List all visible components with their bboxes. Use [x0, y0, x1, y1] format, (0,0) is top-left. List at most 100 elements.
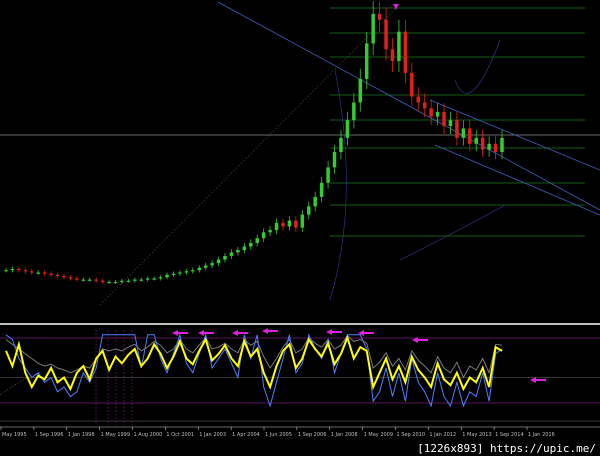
candle-body — [358, 78, 363, 103]
candle-body — [210, 263, 214, 266]
candle-body — [236, 250, 240, 253]
x-tick-label: 1 Jan 1998 — [68, 432, 95, 438]
x-tick-label: 1 Apr 2004 — [232, 432, 260, 438]
x-tick-label: 1 May 2013 — [462, 432, 491, 438]
candle-body — [371, 13, 375, 44]
candle-body — [30, 271, 34, 273]
trend-line-lower — [434, 144, 600, 216]
candle-body — [487, 143, 491, 150]
x-tick-label: 1 Oct 2001 — [166, 432, 194, 438]
candle-body — [468, 128, 472, 144]
candle-body — [23, 270, 28, 272]
x-tick-label: 1 Sep 2014 — [495, 432, 524, 438]
candle-body — [416, 96, 421, 103]
candle-body — [229, 252, 234, 256]
candle-body — [49, 273, 53, 275]
candle-body — [223, 255, 227, 260]
candle-body — [197, 267, 201, 271]
x-axis: May 1995 1 Sep 1996 1 Jan 1998 1 May 1999 1 … — [0, 426, 600, 438]
candle-body — [191, 270, 195, 272]
candle-body — [429, 108, 433, 117]
candle-body — [345, 120, 350, 138]
x-tick-label: May 1995 — [2, 432, 27, 438]
candle-body — [10, 268, 15, 271]
oscillator-panel — [0, 328, 600, 425]
x-tick-label: 1 May 2009 — [364, 432, 393, 438]
candle-body — [249, 242, 253, 247]
candle-body — [171, 273, 176, 275]
candle-body — [36, 272, 40, 274]
candle-body — [455, 120, 459, 138]
candle-body — [107, 281, 111, 284]
chart-canvas: May 1995 1 Sep 1996 1 Jan 1998 1 May 1999 1 … — [0, 1, 600, 438]
candle-body — [261, 232, 266, 239]
candle-body — [461, 128, 466, 138]
fib-arc — [454, 39, 501, 94]
candle-body — [281, 222, 285, 227]
candle-body — [287, 220, 292, 227]
candle-body — [113, 281, 118, 284]
x-tick-label: 1 Sep 2010 — [397, 432, 426, 438]
x-tick-label: 1 Jan 2016 — [528, 432, 555, 438]
candle-body — [448, 120, 453, 127]
x-tick-label: 1 Jan 2012 — [429, 432, 456, 438]
candle-body — [326, 167, 330, 183]
magenta-arrow-icon — [232, 330, 248, 336]
candle-body — [397, 31, 401, 62]
candle-body — [184, 271, 189, 273]
candle-body — [480, 137, 485, 150]
x-tick-label: 1 Jan 2003 — [199, 432, 226, 438]
candle-body — [352, 102, 356, 121]
candle-body — [178, 272, 182, 274]
candle-body — [145, 278, 150, 280]
candle-body — [216, 259, 221, 264]
candle-body — [126, 280, 131, 282]
candle-body — [268, 229, 272, 233]
candle-body — [339, 137, 343, 153]
candle-body — [422, 102, 427, 109]
candle-body — [377, 13, 382, 20]
candle-body — [435, 111, 440, 117]
candle-body — [403, 31, 408, 73]
fib-arc — [329, 69, 347, 301]
magenta-arrow-icon — [262, 328, 278, 334]
x-tick-label: 1 May 1999 — [101, 432, 130, 438]
candle-body — [500, 137, 504, 153]
candle-body — [87, 279, 92, 281]
candle-body — [139, 279, 144, 281]
candle-body — [62, 276, 66, 278]
candle-body — [203, 265, 208, 268]
candle-body — [42, 272, 47, 274]
fib-arc — [399, 204, 506, 261]
diagonal-dotted-line — [99, 7, 397, 306]
candle-body — [158, 277, 163, 279]
candle-body — [442, 111, 446, 127]
candle-body — [242, 246, 247, 251]
magenta-arrow-icon — [326, 329, 342, 335]
candle-body — [165, 274, 169, 278]
candle-body — [68, 277, 73, 279]
candle-body — [4, 270, 8, 272]
x-tick-label: 1 Jan 2008 — [331, 432, 358, 438]
candle-body — [307, 206, 311, 215]
candle-body — [152, 278, 156, 280]
x-tick-label: 1 Sep 2006 — [298, 432, 327, 438]
candle-body — [319, 182, 324, 197]
candle-body — [493, 143, 498, 153]
candle-body — [313, 196, 317, 207]
candle-body — [364, 43, 369, 79]
candle-body — [55, 274, 60, 277]
candle-body — [75, 278, 79, 280]
candle-body — [384, 19, 388, 50]
x-tick-label: 1 Aug 2000 — [134, 432, 163, 438]
x-tick-label: 1 Jun 2005 — [265, 432, 292, 438]
candle-body — [474, 137, 478, 144]
candle-body — [274, 222, 279, 230]
magenta-arrow-icon — [530, 377, 546, 383]
candle-body — [255, 238, 259, 243]
series-line-upper — [5, 334, 503, 379]
candle-body — [17, 268, 21, 271]
candle-body — [100, 280, 105, 282]
peak-arrow-icon — [393, 4, 399, 10]
watermark: [1226x893] https://upic.me/ — [415, 442, 598, 455]
